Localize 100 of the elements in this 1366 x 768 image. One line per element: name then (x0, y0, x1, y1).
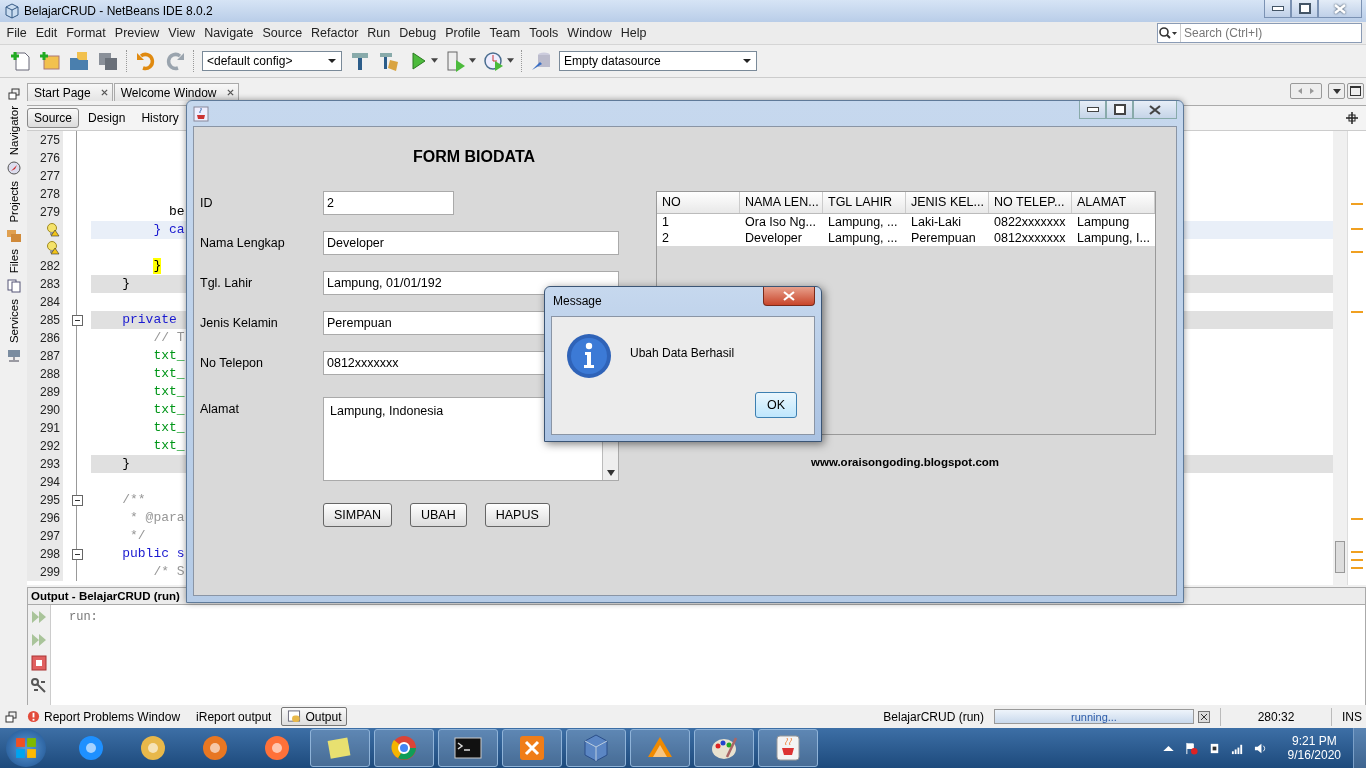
input-field[interactable]: Developer (323, 231, 619, 255)
collapse-icon[interactable] (71, 494, 83, 506)
collapse-icon[interactable] (71, 314, 83, 326)
down-arrow-icon[interactable] (606, 470, 615, 476)
menu-item[interactable]: Profile (440, 25, 486, 40)
output-window-tab[interactable]: Report Problems Window (21, 707, 187, 727)
output-icon (287, 710, 302, 724)
new-project-icon[interactable] (39, 49, 61, 72)
chrome-icon[interactable] (389, 733, 419, 763)
maximize-button[interactable] (1106, 101, 1133, 119)
code-line: txt_ (152, 348, 185, 365)
cancel-icon[interactable] (1198, 710, 1210, 723)
flag-icon[interactable] (1184, 741, 1198, 755)
collapse-icon[interactable] (71, 548, 83, 560)
caret-icon (327, 57, 337, 64)
lightbulb-warning-icon[interactable] (46, 241, 60, 256)
java-icon[interactable] (773, 733, 803, 763)
scrollbar-thumb[interactable] (1335, 541, 1345, 574)
close-icon[interactable] (100, 89, 108, 97)
column-header[interactable]: NO TELEP... (989, 192, 1072, 213)
menu-item[interactable]: Refactor (306, 25, 363, 40)
side-tab[interactable]: Services (7, 297, 20, 346)
restore-window-icon[interactable] (7, 88, 20, 101)
open-folder-icon[interactable] (68, 49, 90, 72)
menu-item[interactable]: Edit (31, 25, 62, 40)
menu-item[interactable]: Run (362, 25, 395, 40)
menu-item[interactable]: Debug (394, 25, 441, 40)
netbeans-cube-icon (4, 2, 20, 19)
code-line: } ca (152, 222, 185, 239)
side-tab[interactable]: Projects (7, 179, 20, 225)
scrollbar[interactable] (1333, 131, 1347, 585)
column-header[interactable]: NAMA LEN... (740, 192, 823, 213)
wrench-icon[interactable] (31, 677, 47, 694)
caret-icon[interactable] (469, 58, 476, 64)
line-number: 286 (39, 331, 60, 346)
profile-icon[interactable] (483, 49, 505, 72)
view-tab[interactable]: Source (27, 108, 80, 129)
column-header[interactable]: ALAMAT (1072, 192, 1155, 213)
code-line: * @para (129, 510, 185, 527)
view-tab[interactable]: Design (81, 108, 133, 129)
column-header[interactable]: TGL LAHIR (823, 192, 906, 213)
side-tab[interactable]: Navigator (7, 104, 20, 158)
editor-tab[interactable]: Start Page (27, 83, 113, 102)
clock[interactable]: 9:21 PM 9/16/2020 (1287, 734, 1341, 762)
start-button[interactable] (6, 729, 46, 767)
line-number: 289 (39, 385, 60, 400)
menu-item[interactable]: View (163, 25, 200, 40)
field-label: ID (200, 195, 214, 210)
left-right-arrows-icon (1296, 87, 1316, 96)
column-header[interactable]: NO (657, 192, 740, 213)
line-number: 283 (39, 277, 60, 292)
restore-button[interactable] (1291, 0, 1318, 18)
input-field[interactable]: Lampung, 01/01/192 (323, 271, 619, 295)
code-line: // T (152, 330, 185, 347)
menu-item[interactable]: File (2, 25, 32, 40)
minimize-button[interactable] (1079, 101, 1106, 119)
side-tab[interactable]: Files (7, 247, 20, 276)
caret-icon[interactable] (431, 58, 438, 64)
table-cell-text: Ora Iso Ng... (744, 214, 817, 230)
search-field[interactable]: Search (Ctrl+I) (1157, 22, 1362, 43)
dialog-message: Ubah Data Berhasil (630, 346, 735, 360)
menu-item[interactable]: Navigate (199, 25, 258, 40)
output-window-tab[interactable]: iReport output (190, 707, 278, 727)
menu-item[interactable]: Format (61, 25, 111, 40)
search-icon[interactable] (1158, 25, 1178, 40)
field-label: Alamat (200, 401, 240, 416)
minimize-button[interactable] (1264, 0, 1291, 18)
form-button[interactable]: UBAH (410, 503, 467, 527)
maximize-button[interactable] (1347, 83, 1364, 100)
folders-icon (6, 229, 21, 243)
line-number: 278 (39, 187, 60, 202)
menu-item[interactable]: Source (258, 25, 307, 40)
close-button[interactable] (1133, 101, 1177, 119)
close-icon[interactable] (226, 89, 234, 97)
form-button[interactable]: SIMPAN (323, 503, 392, 527)
editor-tab[interactable]: Welcome Window (113, 83, 239, 102)
ok-button[interactable]: OK (755, 392, 797, 418)
tab-list-button[interactable] (1328, 83, 1345, 100)
form-button[interactable]: HAPUS (484, 503, 550, 527)
view-tab[interactable]: History (134, 108, 186, 129)
table-cell-text: Lampung (1076, 214, 1131, 230)
start-icon (15, 737, 37, 759)
new-file-icon[interactable] (10, 49, 32, 72)
menu-item[interactable]: Help (616, 25, 651, 40)
menu-item[interactable]: Team (485, 25, 525, 40)
close-button[interactable] (763, 287, 815, 306)
output-window-tab[interactable]: Output (281, 707, 348, 727)
split-icon[interactable] (1346, 112, 1358, 125)
menu-item[interactable]: Preview (110, 25, 164, 40)
restore-window-icon[interactable] (5, 710, 17, 723)
column-header[interactable]: JENIS KEL... (906, 192, 989, 213)
input-field[interactable]: 2 (323, 191, 454, 215)
menu-item[interactable]: Window (562, 25, 617, 40)
lightbulb-warning-icon[interactable] (46, 223, 60, 238)
virtualbox-icon[interactable] (581, 733, 611, 763)
datasource-dropdown[interactable]: Empty datasource (559, 50, 757, 71)
config-dropdown[interactable]: <default config> (202, 50, 342, 71)
stop-icon[interactable] (31, 654, 47, 671)
caret-icon[interactable] (507, 58, 514, 64)
menu-item[interactable]: Tools (524, 25, 563, 40)
